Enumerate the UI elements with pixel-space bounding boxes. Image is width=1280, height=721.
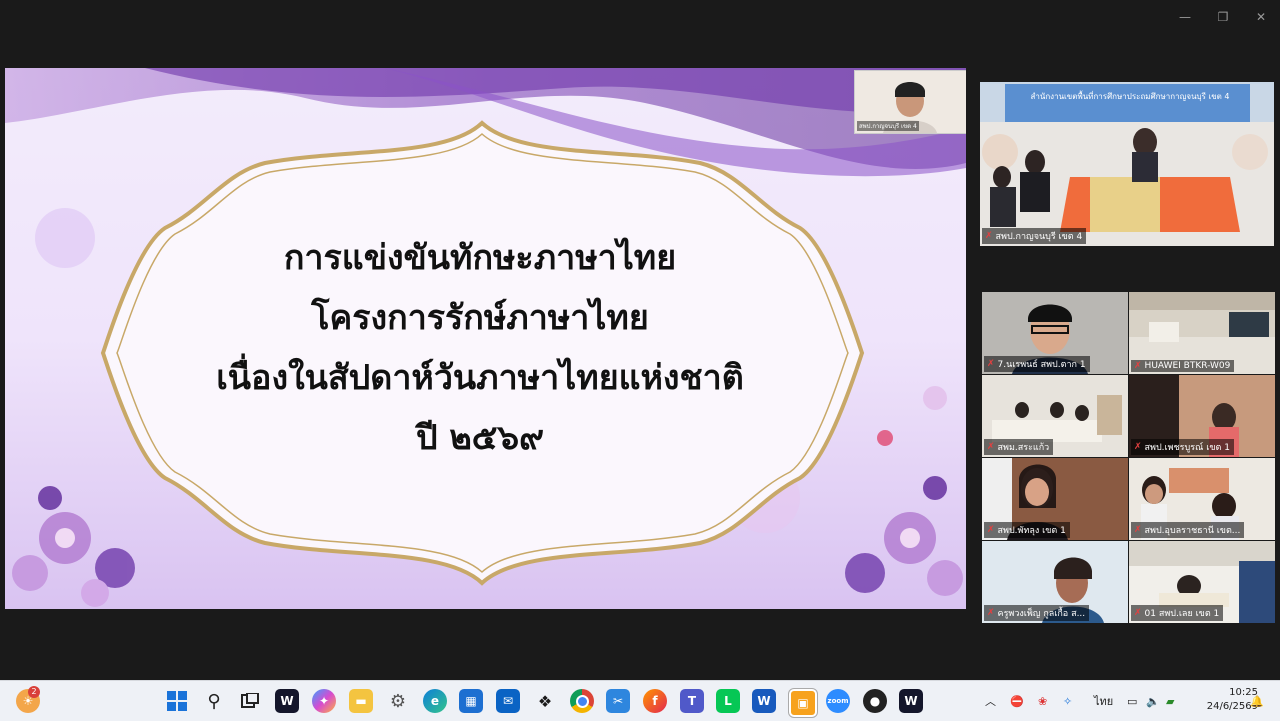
webex-meetings-icon[interactable]: W xyxy=(899,689,923,713)
mic-muted-icon: ✗ xyxy=(1134,361,1142,371)
webex-icon[interactable]: W xyxy=(275,689,299,713)
participant-tile-1[interactable]: ✗ 7.นเรพนธ์ สพป.ตาก 1 xyxy=(982,292,1128,374)
tray-security-icon[interactable]: ⛔ xyxy=(1010,681,1024,721)
mic-muted-icon: ✗ xyxy=(1134,608,1142,618)
chrome-icon[interactable] xyxy=(570,689,594,713)
tray-app-icon[interactable]: ❀ xyxy=(1038,681,1047,721)
copilot-icon[interactable]: ✦ xyxy=(312,689,336,713)
word-icon[interactable]: W xyxy=(752,689,776,713)
participant-tile-6[interactable]: ✗ สพป.อุบลราชธานี เขต... xyxy=(1129,458,1275,540)
participant-label-5: ✗ สพป.พัทลุง เขต 1 xyxy=(984,522,1070,538)
settings-icon[interactable]: ⚙ xyxy=(386,689,410,713)
main-banner-text: สำนักงานเขตพื้นที่การศึกษาประถมศึกษากาญจ… xyxy=(1030,92,1230,101)
close-button[interactable]: ✕ xyxy=(1242,6,1280,28)
mic-muted-icon: ✗ xyxy=(1134,442,1142,452)
participant-label-1: ✗ 7.นเรพนธ์ สพป.ตาก 1 xyxy=(984,356,1090,372)
edge-icon[interactable]: e xyxy=(423,689,447,713)
participant-label-6: ✗ สพป.อุบลราชธานี เขต... xyxy=(1131,522,1245,538)
zoom-icon[interactable]: zoom xyxy=(826,689,850,713)
title-line-4: ปี ๒๕๖๙ xyxy=(415,418,545,458)
mic-muted-icon: ✗ xyxy=(1134,525,1142,535)
mic-muted-icon: ✗ xyxy=(987,359,995,369)
presenter-label: สพป.กาญจนบุรี เขต 4 xyxy=(857,121,919,131)
windows-taskbar: ☀ 2 ⚲ W ✦ ▬ ⚙ e ▦ ✉ ❖ ✂ f T L W ▣ zoom ●… xyxy=(0,680,1280,721)
start-icon[interactable] xyxy=(165,689,189,713)
mic-muted-icon: ✗ xyxy=(987,525,995,535)
participant-label-7: ✗ ครูพวงเพ็ญ กูลเกื้อ ส... xyxy=(984,605,1090,621)
outlook-icon[interactable]: ✉ xyxy=(496,689,520,713)
language-indicator[interactable]: ไทย xyxy=(1094,681,1113,721)
task-view-icon[interactable] xyxy=(238,689,262,713)
volume-icon[interactable]: 🔈 xyxy=(1146,681,1160,721)
presentation-app-icon[interactable]: ▣ xyxy=(789,689,817,717)
presenter-thumbnail[interactable]: สพป.กาญจนบุรี เขต 4 xyxy=(854,70,966,134)
battery-icon[interactable]: ▰ xyxy=(1166,681,1174,721)
participant-tile-5[interactable]: ✗ สพป.พัทลุง เขต 1 xyxy=(982,458,1128,540)
tray-chevron-icon[interactable]: ︿ xyxy=(985,681,996,721)
window-controls: — ❐ ✕ xyxy=(1166,6,1280,28)
slide-title: การแข่งขันทักษะภาษาไทย โครงการรักษ์ภาษาไ… xyxy=(155,228,805,468)
minimize-button[interactable]: — xyxy=(1166,6,1204,28)
participant-tile-8[interactable]: ✗ 01 สพป.เลย เขต 1 xyxy=(1129,541,1275,623)
search-icon[interactable]: ⚲ xyxy=(202,689,226,713)
store-icon[interactable]: ▦ xyxy=(459,689,483,713)
participant-tile-2[interactable]: ✗ HUAWEI BTKR-W09 xyxy=(1129,292,1275,374)
participant-label-8: ✗ 01 สพป.เลย เขต 1 xyxy=(1131,605,1224,621)
participant-tile-7[interactable]: ✗ ครูพวงเพ็ญ กูลเกื้อ ส... xyxy=(982,541,1128,623)
network-icon[interactable]: ▭ xyxy=(1127,681,1137,721)
mic-muted-icon: ✗ xyxy=(987,442,995,452)
notification-badge: 2 xyxy=(28,686,40,698)
file-explorer-icon[interactable]: ▬ xyxy=(349,689,373,713)
mic-muted-icon: ✗ xyxy=(985,231,993,241)
participant-tile-main[interactable]: สำนักงานเขตพื้นที่การศึกษาประถมศึกษากาญจ… xyxy=(980,82,1274,246)
recorder-icon[interactable]: ● xyxy=(863,689,887,713)
participant-tile-4[interactable]: ✗ สพป.เพชรบูรณ์ เขต 1 xyxy=(1129,375,1275,457)
participant-tile-3[interactable]: ✗ สพม.สระแก้ว xyxy=(982,375,1128,457)
snipping-icon[interactable]: ✂ xyxy=(606,689,630,713)
restore-button[interactable]: ❐ xyxy=(1204,6,1242,28)
dropbox-icon[interactable]: ❖ xyxy=(533,689,557,713)
participant-label-2: ✗ HUAWEI BTKR-W09 xyxy=(1131,360,1235,372)
title-line-1: การแข่งขันทักษะภาษาไทย xyxy=(283,238,677,278)
title-line-2: โครงการรักษ์ภาษาไทย xyxy=(311,298,649,338)
tray-bluetooth-icon[interactable]: ✧ xyxy=(1063,681,1072,721)
notification-bell-icon[interactable]: 🔔 xyxy=(1250,681,1264,721)
firefox-icon[interactable]: f xyxy=(643,689,667,713)
teams-icon[interactable]: T xyxy=(680,689,704,713)
shared-screen-slide: การแข่งขันทักษะภาษาไทย โครงการรักษ์ภาษาไ… xyxy=(5,68,966,609)
participant-label-4: ✗ สพป.เพชรบูรณ์ เขต 1 xyxy=(1131,439,1234,455)
title-line-3: เนื่องในสัปดาห์วันภาษาไทยแห่งชาติ xyxy=(216,358,744,398)
mic-muted-icon: ✗ xyxy=(987,608,995,618)
participant-label-3: ✗ สพม.สระแก้ว xyxy=(984,439,1054,455)
participant-label-main: ✗ สพป.กาญจนบุรี เขต 4 xyxy=(982,228,1087,244)
line-icon[interactable]: L xyxy=(716,689,740,713)
